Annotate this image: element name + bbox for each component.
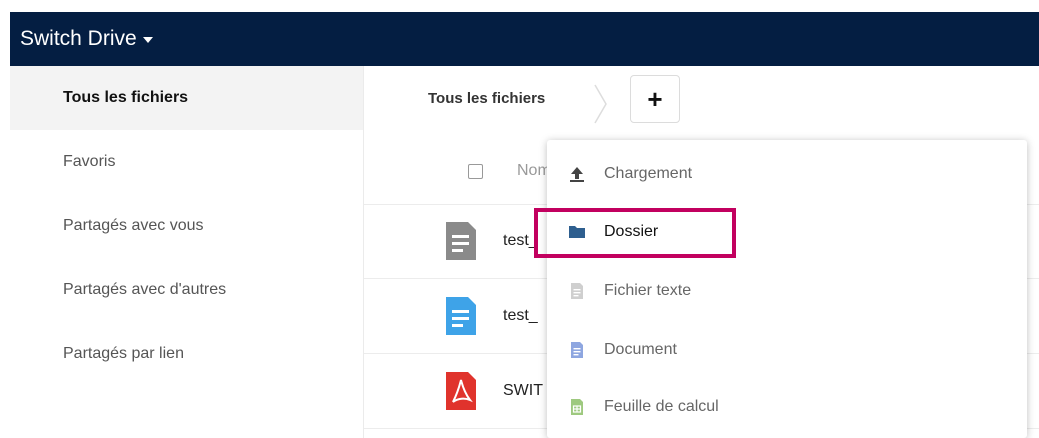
column-header-name[interactable]: Nom bbox=[517, 162, 551, 180]
folder-icon bbox=[569, 226, 585, 238]
breadcrumb-separator-icon bbox=[594, 84, 607, 124]
menu-item-label: Dossier bbox=[604, 223, 659, 240]
upload-icon bbox=[570, 167, 584, 182]
app-menu[interactable]: Switch Drive bbox=[10, 27, 153, 51]
text-file-icon bbox=[446, 222, 476, 260]
new-button[interactable]: + bbox=[630, 75, 680, 123]
top-bar: Switch Drive bbox=[10, 12, 1039, 66]
plus-icon: + bbox=[647, 84, 663, 114]
menu-item-text-file[interactable]: Fichier texte bbox=[547, 262, 1027, 320]
menu-item-upload[interactable]: Chargement bbox=[547, 145, 1027, 203]
sidebar-item-shared-by-link[interactable]: Partagés par lien bbox=[10, 322, 363, 386]
sidebar-item-label: Partagés par lien bbox=[63, 345, 184, 362]
spreadsheet-icon bbox=[571, 399, 583, 415]
breadcrumb-home[interactable]: Tous les fichiers bbox=[428, 90, 545, 107]
menu-item-label: Fichier texte bbox=[604, 282, 692, 299]
menu-item-label: Document bbox=[604, 341, 677, 358]
document-icon bbox=[571, 342, 583, 358]
caret-down-icon bbox=[142, 37, 153, 43]
sidebar-item-label: Partagés avec d'autres bbox=[63, 281, 227, 298]
sidebar-item-label: Favoris bbox=[63, 153, 116, 170]
new-dropdown-menu: Chargement Dossier Fichier texte Documen… bbox=[547, 140, 1027, 438]
menu-item-spreadsheet[interactable]: Feuille de calcul bbox=[547, 378, 1027, 436]
sidebar-item-all-files[interactable]: Tous les fichiers bbox=[10, 66, 363, 130]
menu-item-document[interactable]: Document bbox=[547, 321, 1027, 379]
file-name[interactable]: test_ bbox=[503, 307, 538, 325]
sidebar-item-label: Tous les fichiers bbox=[63, 89, 189, 106]
sidebar-item-shared-with-you[interactable]: Partagés avec vous bbox=[10, 194, 363, 258]
menu-item-label: Feuille de calcul bbox=[604, 398, 719, 415]
sidebar-item-favorites[interactable]: Favoris bbox=[10, 130, 363, 194]
document-file-icon bbox=[446, 297, 476, 335]
sidebar-item-shared-with-others[interactable]: Partagés avec d'autres bbox=[10, 258, 363, 322]
select-all-checkbox[interactable] bbox=[468, 164, 483, 179]
sidebar-item-label: Partagés avec vous bbox=[63, 217, 204, 234]
sidebar: Tous les fichiers Favoris Partagés avec … bbox=[10, 66, 363, 438]
pdf-file-icon bbox=[446, 372, 476, 410]
menu-item-label: Chargement bbox=[604, 165, 693, 182]
file-name[interactable]: SWIT bbox=[503, 382, 543, 400]
app-title: Switch Drive bbox=[20, 27, 137, 50]
text-file-icon bbox=[571, 283, 583, 299]
file-name[interactable]: test_ bbox=[503, 232, 538, 250]
menu-item-folder[interactable]: Dossier bbox=[547, 203, 1027, 261]
